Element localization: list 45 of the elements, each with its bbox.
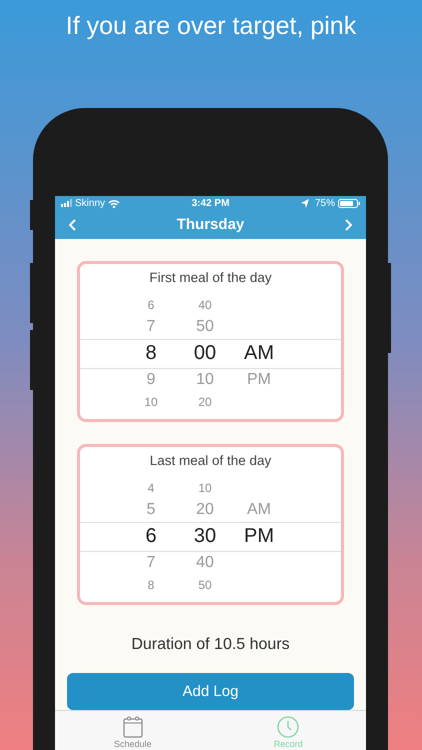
time-picker[interactable]: Last meal of the day 4 5 6 7 8 10 20 30 40 50 AM PM <box>77 444 344 605</box>
picker-value[interactable]: PM <box>244 524 274 548</box>
picker-value[interactable]: PM <box>247 370 271 388</box>
nav-title: Thursday <box>176 216 244 234</box>
picker-value[interactable]: AM <box>244 342 274 364</box>
picker-value[interactable]: 00 <box>194 342 216 364</box>
calendar-icon <box>122 716 143 738</box>
picker-value[interactable]: 8 <box>148 578 154 592</box>
wifi-icon <box>108 198 120 208</box>
duration-text: Duration of 10.5 hours <box>131 636 290 654</box>
picker-value[interactable]: 10 <box>198 480 212 494</box>
picker-value[interactable]: 8 <box>145 342 157 364</box>
picker-value[interactable]: 30 <box>194 524 216 548</box>
clock-icon <box>277 716 300 738</box>
tab-item[interactable]: Record <box>210 711 366 750</box>
picker-label: Last meal of the day <box>150 453 272 468</box>
location-icon <box>301 198 309 208</box>
picker-value[interactable]: 40 <box>196 554 214 572</box>
time-picker[interactable]: First meal of the day 6 7 8 9 10 40 50 00 10 20 AM PM <box>77 261 344 422</box>
signal-icon <box>61 199 72 208</box>
status-time: 3:42 PM <box>192 198 230 209</box>
tab-item[interactable]: Schedule <box>55 711 210 750</box>
picker-value[interactable]: 6 <box>145 524 157 548</box>
picker-value[interactable]: 5 <box>146 500 156 518</box>
picker-value[interactable]: 10 <box>144 394 158 408</box>
headline: If you are over target, pink <box>66 12 356 42</box>
picker-value[interactable]: 20 <box>198 394 212 408</box>
picker-value[interactable]: AM <box>247 500 271 518</box>
picker-label: First meal of the day <box>149 270 272 285</box>
back-icon <box>69 218 77 231</box>
battery-percent: 75% <box>315 198 336 209</box>
picker-value[interactable]: 4 <box>148 480 154 494</box>
picker-value[interactable]: 7 <box>146 554 156 572</box>
picker-value[interactable]: 10 <box>196 370 214 388</box>
picker-value[interactable]: 7 <box>146 318 156 336</box>
forward-icon <box>344 218 352 231</box>
battery-icon <box>338 198 360 208</box>
carrier-name: Skinny <box>75 198 106 209</box>
picker-value[interactable]: 20 <box>196 500 214 518</box>
add-log-button[interactable]: Add Log <box>67 673 354 710</box>
picker-value[interactable]: 40 <box>198 298 212 312</box>
picker-value[interactable]: 9 <box>146 370 156 388</box>
picker-value[interactable]: 6 <box>148 298 154 312</box>
picker-value[interactable]: 50 <box>198 578 212 592</box>
picker-value[interactable]: 50 <box>196 318 214 336</box>
